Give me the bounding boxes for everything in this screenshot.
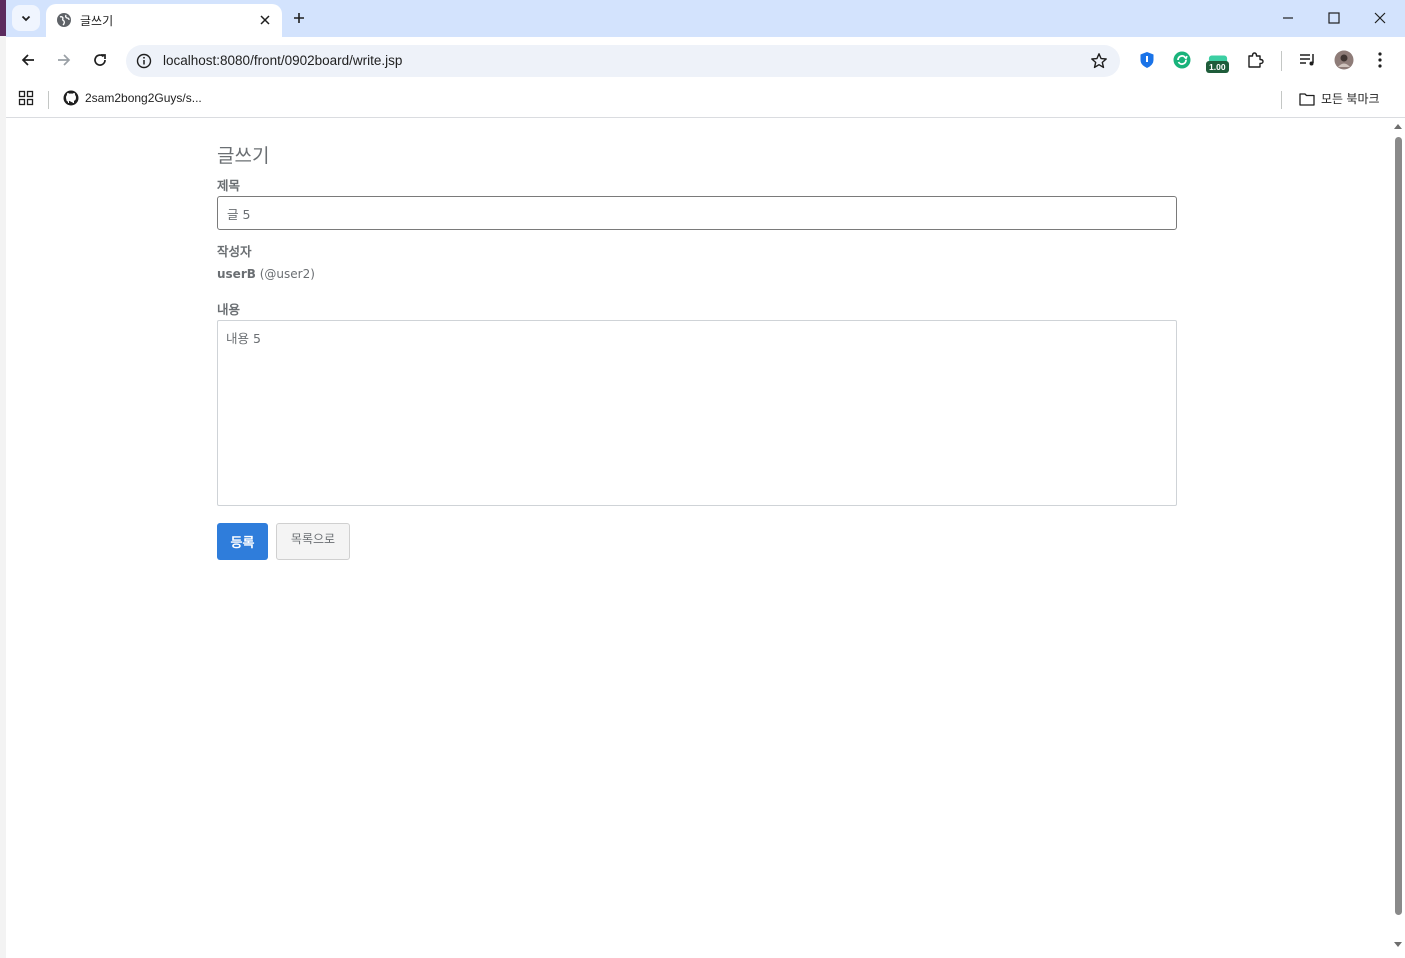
bookmarks-divider xyxy=(48,91,49,109)
address-bar[interactable]: localhost:8080/front/0902board/write.jsp xyxy=(126,45,1120,77)
extension-badge: 1.00 xyxy=(1206,61,1229,73)
extension-sync-button[interactable] xyxy=(1172,50,1192,70)
minimize-button[interactable] xyxy=(1277,8,1299,28)
arrow-right-icon xyxy=(58,54,71,66)
tab-active[interactable]: 글쓰기 xyxy=(46,4,282,37)
forward-button[interactable] xyxy=(53,49,75,71)
globe-icon xyxy=(57,13,71,27)
browser-toolbar: localhost:8080/front/0902board/write.jsp xyxy=(6,37,1405,84)
bookmarks-divider-right xyxy=(1281,91,1282,109)
author-info: userB (@user2) xyxy=(217,267,315,281)
tab-close-button[interactable] xyxy=(256,11,274,29)
playlist-icon xyxy=(1300,54,1314,66)
close-icon xyxy=(1374,12,1386,24)
sync-icon xyxy=(1173,51,1191,69)
title-label: 제목 xyxy=(217,178,241,193)
author-label: 작성자 xyxy=(217,244,252,259)
tab-search-button[interactable] xyxy=(12,5,40,31)
folder-icon xyxy=(1299,92,1315,106)
author-id: (@user2) xyxy=(259,267,315,281)
back-button[interactable] xyxy=(17,49,39,71)
url-text: localhost:8080/front/0902board/write.jsp xyxy=(163,53,403,68)
close-window-button[interactable] xyxy=(1369,8,1391,28)
menu-button[interactable] xyxy=(1370,50,1390,70)
all-bookmarks-button[interactable]: 모든 북마크 xyxy=(1299,90,1380,107)
minimize-icon xyxy=(1283,17,1293,19)
chevron-down-icon xyxy=(21,15,31,22)
media-controls-button[interactable] xyxy=(1298,50,1318,70)
star-icon[interactable] xyxy=(1090,52,1108,70)
tab-strip: 글쓰기 xyxy=(6,0,1405,37)
reload-icon xyxy=(94,54,106,66)
tab-title: 글쓰기 xyxy=(80,14,114,28)
bookmark-label: 2sam2bong2Guys/s... xyxy=(85,91,202,105)
puzzle-icon xyxy=(1248,52,1264,68)
page-title: 글쓰기 xyxy=(217,145,270,167)
apps-button[interactable] xyxy=(18,90,34,106)
reload-button[interactable] xyxy=(89,49,111,71)
content-label: 내용 xyxy=(217,302,241,317)
all-bookmarks-label: 모든 북마크 xyxy=(1321,92,1380,106)
new-tab-button[interactable] xyxy=(288,7,310,29)
scroll-thumb[interactable] xyxy=(1395,137,1402,915)
plus-icon xyxy=(294,13,304,23)
avatar xyxy=(1334,50,1354,70)
profile-button[interactable] xyxy=(1334,50,1354,70)
extension-badge-text: 1.00 xyxy=(1209,62,1226,72)
maximize-icon xyxy=(1328,12,1340,24)
page-viewport: 글쓰기 제목 작성자 userB (@user2) 내용 내용 5 등록 목록으… xyxy=(6,119,1391,958)
title-input[interactable] xyxy=(217,196,1177,230)
toolbar-divider xyxy=(1281,51,1282,71)
info-icon[interactable] xyxy=(136,53,152,69)
content-textarea[interactable]: 내용 5 xyxy=(217,320,1177,506)
maximize-button[interactable] xyxy=(1323,8,1345,28)
extension-shield-button[interactable] xyxy=(1137,50,1157,70)
close-icon xyxy=(260,15,270,25)
shield-icon xyxy=(1140,52,1154,68)
apps-grid-icon xyxy=(18,90,34,106)
scroll-down-arrow[interactable] xyxy=(1394,942,1402,947)
arrow-left-icon xyxy=(21,54,34,66)
extensions-button[interactable] xyxy=(1245,50,1265,70)
browser-window: 글쓰기 localhost:8080/front/0902board/write… xyxy=(6,0,1405,958)
page-scrollbar[interactable] xyxy=(1391,119,1405,958)
bookmark-github[interactable]: 2sam2bong2Guys/s... xyxy=(63,90,202,106)
bookmarks-bar: 2sam2bong2Guys/s... 모든 북마크 xyxy=(6,84,1405,118)
submit-button[interactable]: 등록 xyxy=(217,523,268,560)
github-icon xyxy=(63,90,79,106)
back-to-list-button[interactable]: 목록으로 xyxy=(276,523,350,560)
scroll-up-arrow[interactable] xyxy=(1394,124,1402,129)
author-name: userB xyxy=(217,267,256,281)
more-vert-icon xyxy=(1378,52,1382,68)
